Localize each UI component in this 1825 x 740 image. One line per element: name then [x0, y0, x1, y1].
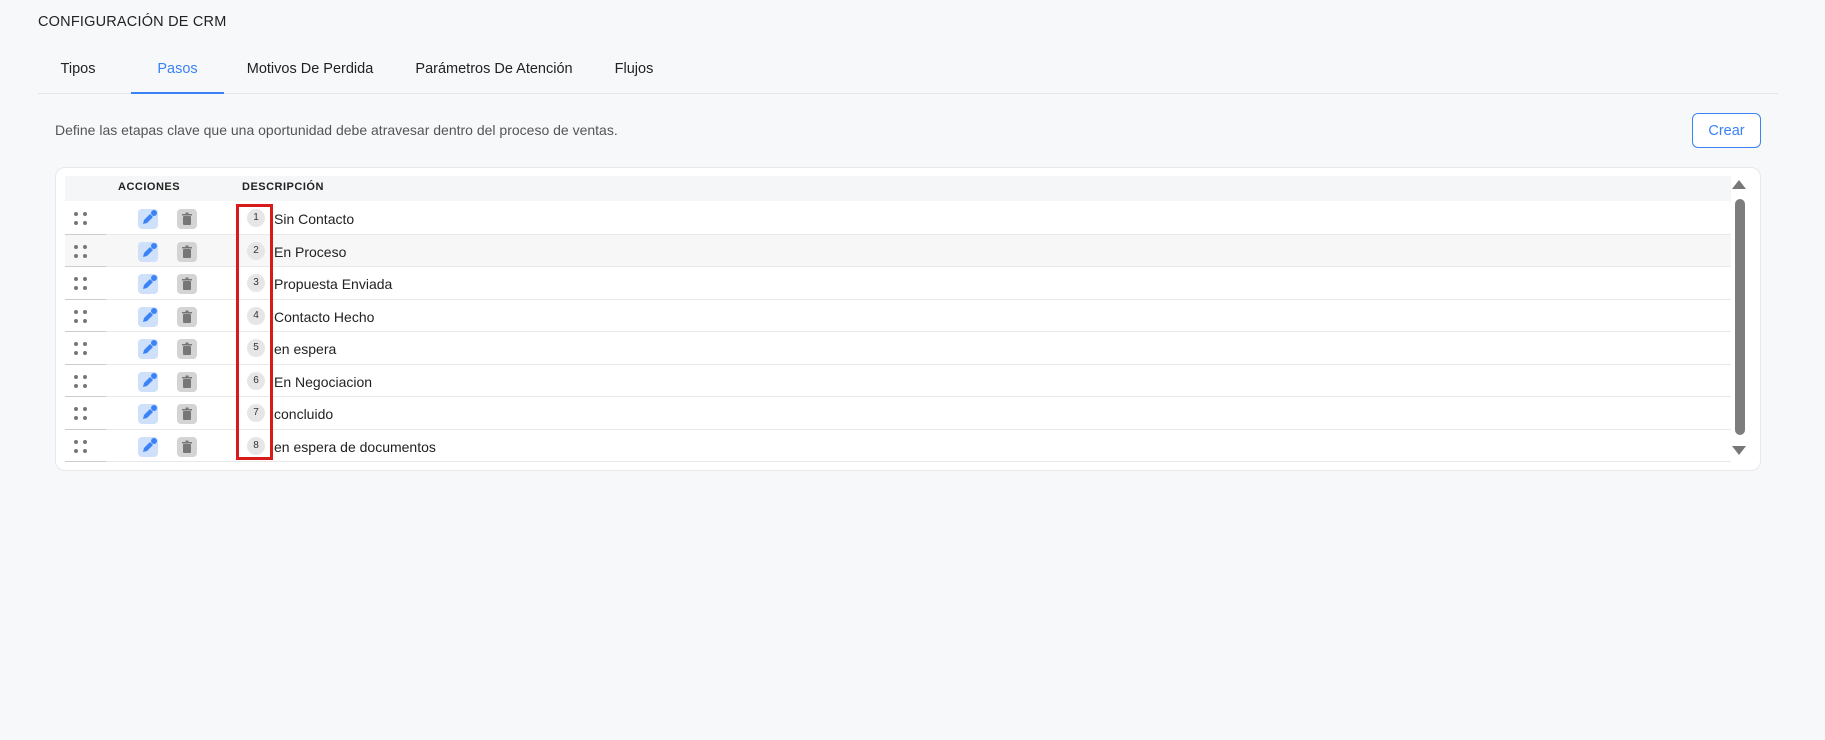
drag-handle-icon[interactable] — [74, 342, 88, 356]
tab-flujos[interactable]: Flujos — [604, 52, 664, 94]
pencil-icon[interactable] — [138, 274, 158, 294]
order-badge: 5 — [247, 339, 265, 357]
order-badge: 6 — [247, 371, 265, 390]
table-row[interactable]: 7 concluido — [65, 397, 1731, 430]
order-badge: 4 — [247, 306, 265, 325]
create-button[interactable]: Crear — [1692, 113, 1761, 148]
tab-tipos[interactable]: Tipos — [38, 52, 118, 94]
section-description: Define las etapas clave que una oportuni… — [55, 122, 618, 138]
table-row[interactable]: 4 Contacto Hecho — [65, 299, 1731, 332]
table-row[interactable]: 2 En Proceso — [65, 234, 1731, 267]
drag-handle-icon[interactable] — [74, 439, 88, 454]
step-description: en espera de documentos — [274, 438, 436, 455]
drag-handle-icon[interactable] — [74, 277, 88, 291]
step-description: En Negociacion — [274, 373, 373, 390]
trash-icon[interactable] — [177, 436, 197, 457]
pencil-icon[interactable] — [138, 339, 158, 359]
step-description: Contacto Hecho — [274, 308, 375, 325]
pencil-icon[interactable] — [138, 241, 158, 262]
drag-handle-icon[interactable] — [74, 309, 88, 324]
table-row[interactable]: 8 en espera de documentos — [65, 429, 1731, 462]
pencil-icon[interactable] — [138, 436, 158, 457]
table-row[interactable]: 3 Propuesta Enviada — [65, 267, 1731, 300]
pencil-icon[interactable] — [138, 404, 158, 424]
order-badge: 8 — [247, 436, 265, 455]
table-body: 1 Sin Contacto 2 En Proceso 3 Propuesta … — [65, 202, 1731, 462]
pencil-icon[interactable] — [138, 209, 158, 229]
order-badge: 1 — [247, 209, 265, 227]
step-description: Sin Contacto — [274, 211, 355, 227]
trash-icon[interactable] — [177, 404, 197, 424]
tab-motivos-de-perdida[interactable]: Motivos De Perdida — [236, 52, 384, 94]
header-description: DESCRIPCIÓN — [242, 181, 324, 193]
table-header: ACCIONES DESCRIPCIÓN — [65, 176, 1731, 201]
order-badge: 2 — [247, 241, 265, 260]
triangle-up-icon[interactable] — [1732, 180, 1746, 189]
trash-icon[interactable] — [177, 209, 197, 229]
page-title: CONFIGURACIÓN DE CRM — [38, 14, 227, 30]
tab-pasos[interactable]: Pasos — [131, 52, 224, 94]
drag-handle-icon[interactable] — [74, 212, 88, 226]
drag-handle-icon[interactable] — [74, 244, 88, 259]
table-row[interactable]: 1 Sin Contacto — [65, 202, 1731, 235]
step-description: concluido — [274, 406, 334, 422]
pencil-icon[interactable] — [138, 371, 158, 392]
step-description: en espera — [274, 341, 337, 357]
trash-icon[interactable] — [177, 274, 197, 294]
tab-bar: Tipos Pasos Motivos De Perdida Parámetro… — [38, 52, 1778, 94]
drag-handle-icon[interactable] — [74, 374, 88, 389]
trash-icon[interactable] — [177, 339, 197, 359]
scrollbar-thumb[interactable] — [1735, 199, 1745, 435]
trash-icon[interactable] — [177, 241, 197, 262]
order-badge: 7 — [247, 404, 265, 422]
drag-handle-icon[interactable] — [74, 407, 88, 421]
pencil-icon[interactable] — [138, 306, 158, 327]
order-badge: 3 — [247, 274, 265, 292]
table-row[interactable]: 5 en espera — [65, 332, 1731, 365]
row-divider — [65, 461, 106, 462]
step-description: En Proceso — [274, 243, 347, 260]
step-description: Propuesta Enviada — [274, 276, 393, 292]
tab-parametros-de-atencion[interactable]: Parámetros De Atención — [395, 52, 593, 94]
trash-icon[interactable] — [177, 371, 197, 392]
steps-table: ACCIONES DESCRIPCIÓN 1 Sin Contacto 2 En… — [55, 167, 1761, 471]
triangle-down-icon[interactable] — [1732, 446, 1746, 455]
header-actions: ACCIONES — [118, 181, 181, 193]
trash-icon[interactable] — [177, 306, 197, 327]
table-row[interactable]: 6 En Negociacion — [65, 364, 1731, 397]
